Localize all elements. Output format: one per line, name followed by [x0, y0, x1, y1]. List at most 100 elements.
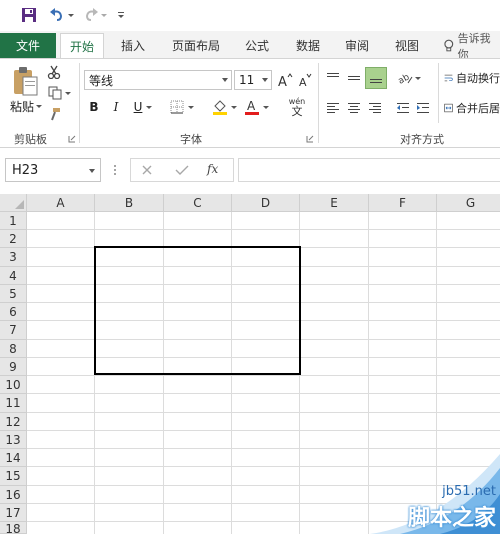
- ribbon-tab-bar: 文件 开始 插入 页面布局 公式 数据 审阅 视图 告诉我你: [0, 31, 500, 61]
- borders-button[interactable]: [168, 97, 196, 117]
- row-header-6[interactable]: 6: [0, 303, 27, 321]
- row-header-2[interactable]: 2: [0, 230, 27, 248]
- row-header-4[interactable]: 4: [0, 267, 27, 285]
- wrap-text-icon: [444, 74, 453, 82]
- undo-icon[interactable]: [46, 4, 68, 26]
- font-name-select[interactable]: 等线: [84, 70, 232, 90]
- insert-function-button[interactable]: fx: [207, 162, 218, 176]
- gridline: [27, 412, 500, 413]
- row-header-18[interactable]: 18: [0, 522, 27, 534]
- align-top-icon[interactable]: [324, 69, 342, 87]
- font-color-icon: A: [244, 99, 259, 115]
- wrap-text-button[interactable]: 自动换行: [444, 69, 500, 87]
- orientation-icon: ab: [397, 72, 413, 85]
- ribbon-home: 粘贴 剪贴板 等线 11 A A B I U A wén 文 字体 ab 自动换…: [0, 58, 500, 148]
- row-header-8[interactable]: 8: [0, 340, 27, 358]
- formula-buttons: fx: [130, 158, 234, 182]
- copy-icon[interactable]: [44, 84, 74, 102]
- gridline: [27, 375, 500, 376]
- merge-center-button[interactable]: 合并后居: [444, 99, 500, 117]
- gridline: [27, 448, 500, 449]
- italic-icon[interactable]: I: [108, 97, 124, 117]
- spreadsheet-grid[interactable]: A B C D E F G 1 2 3 4 5 6 7 8 9 10 11 12…: [0, 194, 500, 534]
- wrap-text-label: 自动换行: [456, 72, 500, 85]
- outside-border-range[interactable]: [94, 246, 301, 375]
- merge-center-label: 合并后居: [456, 102, 500, 115]
- row-header-15[interactable]: 15: [0, 467, 27, 486]
- increase-indent-icon[interactable]: [414, 99, 432, 117]
- phonetic-wen-char: 文: [291, 104, 303, 118]
- column-header-g[interactable]: G: [437, 194, 500, 212]
- row-header-14[interactable]: 14: [0, 449, 27, 467]
- underline-button[interactable]: U: [130, 97, 156, 117]
- row-header-5[interactable]: 5: [0, 285, 27, 303]
- row-header-12[interactable]: 12: [0, 413, 27, 431]
- lightbulb-icon: [444, 39, 454, 51]
- tab-view[interactable]: 视图: [386, 33, 428, 58]
- tab-data[interactable]: 数据: [287, 33, 329, 58]
- format-painter-icon[interactable]: [44, 105, 64, 123]
- fill-color-button[interactable]: [210, 97, 238, 117]
- align-left-icon[interactable]: [324, 99, 342, 117]
- phonetic-guide-button[interactable]: wén 文: [282, 95, 312, 119]
- column-header-a[interactable]: A: [27, 194, 95, 212]
- select-all-triangle-icon: [15, 200, 24, 209]
- orientation-button[interactable]: ab: [394, 69, 424, 87]
- align-right-icon[interactable]: [366, 99, 384, 117]
- select-all-corner[interactable]: [0, 194, 27, 212]
- row-header-9[interactable]: 9: [0, 358, 27, 376]
- save-icon[interactable]: [18, 4, 40, 26]
- row-header-16[interactable]: 16: [0, 486, 27, 504]
- customize-toolbar-icon[interactable]: [114, 4, 128, 26]
- font-color-button[interactable]: A: [242, 97, 270, 117]
- formula-bar: H23 fx: [0, 148, 500, 194]
- column-header-f[interactable]: F: [369, 194, 437, 212]
- align-bottom-icon[interactable]: [365, 67, 387, 89]
- font-launcher-icon[interactable]: [306, 135, 314, 143]
- tell-me-label: 告诉我你: [457, 31, 491, 61]
- column-header-e[interactable]: E: [300, 194, 369, 212]
- row-header-17[interactable]: 17: [0, 504, 27, 522]
- column-header-b[interactable]: B: [95, 194, 164, 212]
- row-header-13[interactable]: 13: [0, 431, 27, 449]
- tab-review[interactable]: 审阅: [336, 33, 378, 58]
- confirm-entry-icon[interactable]: [175, 164, 189, 176]
- align-middle-icon[interactable]: [345, 69, 363, 87]
- cancel-entry-icon[interactable]: [141, 164, 153, 176]
- align-center-icon[interactable]: [345, 99, 363, 117]
- bold-icon[interactable]: B: [86, 97, 102, 117]
- decrease-indent-icon[interactable]: [394, 99, 412, 117]
- paste-icon[interactable]: [10, 64, 40, 98]
- svg-text:A: A: [278, 75, 287, 88]
- increase-font-size-icon[interactable]: A: [276, 70, 294, 90]
- decrease-font-size-icon[interactable]: A: [296, 70, 314, 90]
- tab-page-layout[interactable]: 页面布局: [164, 33, 228, 58]
- undo-dropdown-icon[interactable]: [66, 4, 76, 26]
- cut-icon[interactable]: [44, 63, 64, 81]
- column-header-c[interactable]: C: [164, 194, 232, 212]
- font-group-label: 字体: [180, 133, 202, 146]
- row-header-7[interactable]: 7: [0, 321, 27, 340]
- redo-dropdown-icon[interactable]: [99, 4, 109, 26]
- tab-formulas[interactable]: 公式: [236, 33, 278, 58]
- name-box[interactable]: H23: [5, 158, 101, 182]
- clipboard-launcher-icon[interactable]: [68, 135, 76, 143]
- row-header-3[interactable]: 3: [0, 248, 27, 267]
- tab-home[interactable]: 开始: [60, 33, 104, 58]
- tab-file[interactable]: 文件: [0, 33, 56, 58]
- column-header-d[interactable]: D: [232, 194, 300, 212]
- gridline: [27, 229, 500, 230]
- name-box-value: H23: [12, 162, 39, 178]
- row-header-1[interactable]: 1: [0, 212, 27, 230]
- formula-input[interactable]: [238, 158, 500, 182]
- row-header-11[interactable]: 11: [0, 394, 27, 413]
- tab-insert[interactable]: 插入: [112, 33, 154, 58]
- row-header-10[interactable]: 10: [0, 376, 27, 394]
- svg-text:A: A: [299, 76, 307, 88]
- gridline: [27, 393, 500, 394]
- watermark-logo: jb51.net 脚本之家: [350, 454, 500, 534]
- formula-bar-grip-icon[interactable]: [113, 164, 117, 176]
- tell-me-search[interactable]: 告诉我你: [443, 32, 500, 61]
- paste-button[interactable]: 粘贴: [8, 97, 44, 115]
- font-size-select[interactable]: 11: [234, 70, 272, 90]
